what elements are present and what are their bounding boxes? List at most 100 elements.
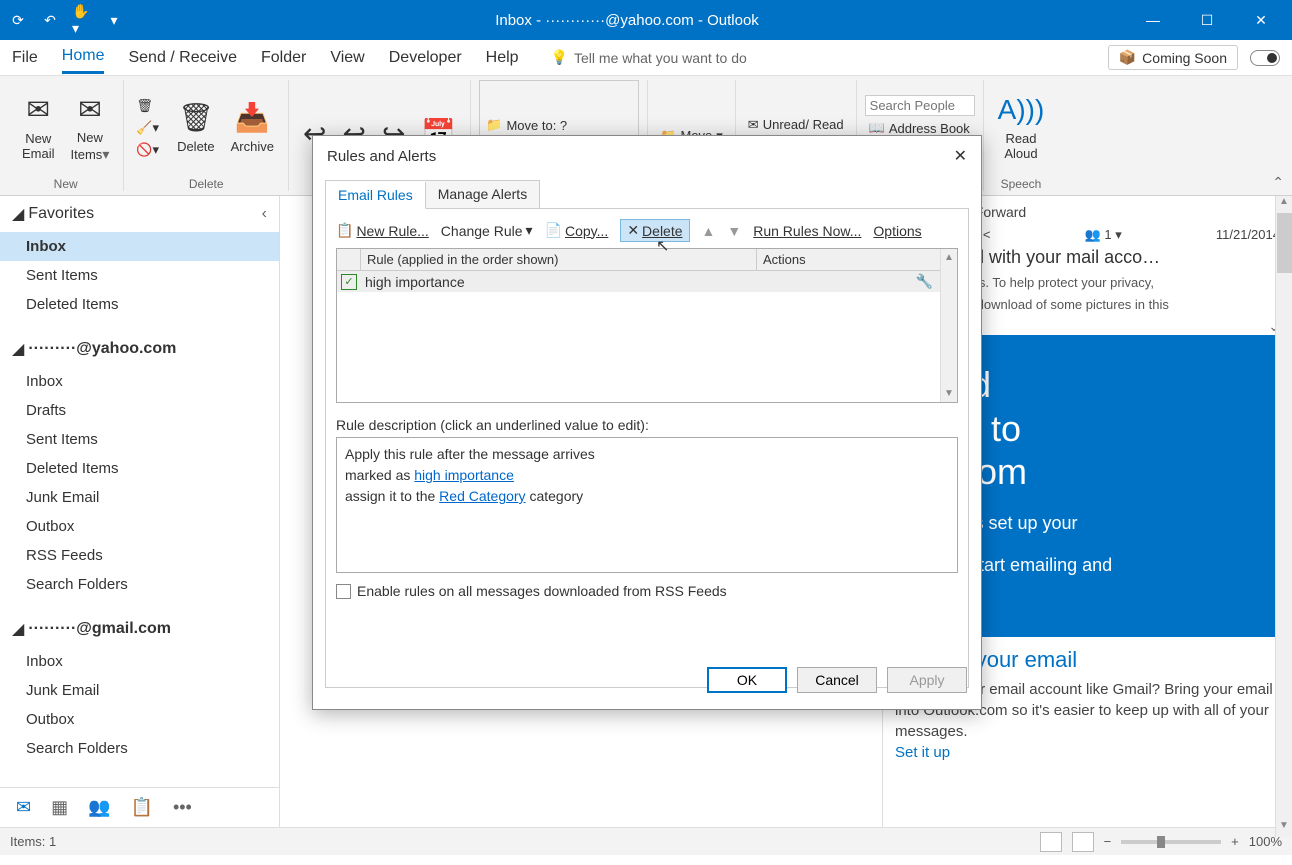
collapse-ribbon-button[interactable]: ⌃ [1272, 174, 1284, 191]
people-icon[interactable]: 👥 [88, 797, 110, 818]
search-people-input[interactable] [865, 95, 975, 116]
archive-button[interactable]: 📥 Archive [225, 80, 280, 175]
chevron-left-icon[interactable]: ‹ [262, 205, 267, 223]
ok-button[interactable]: OK [707, 667, 787, 693]
caret-down-icon: ◢ [12, 339, 24, 359]
vertical-scrollbar[interactable]: ▲ ▼ [1275, 196, 1292, 837]
reading-view-button[interactable] [1072, 832, 1094, 852]
unread-read-button[interactable]: ✉ Unread/ Read [744, 115, 848, 135]
coming-soon-toggle[interactable] [1250, 50, 1280, 66]
tab-view[interactable]: View [330, 43, 364, 73]
box-icon: 📦 [1119, 49, 1136, 66]
importance-link[interactable]: high importance [414, 467, 514, 483]
touch-mode-icon[interactable]: ✋▾ [72, 10, 92, 30]
archive-label: Archive [231, 139, 274, 155]
minimize-button[interactable]: — [1130, 6, 1176, 34]
tell-me-placeholder: Tell me what you want to do [574, 50, 747, 66]
move-to-button[interactable]: 📁 Move to: ? [482, 115, 636, 135]
mail-icon[interactable]: ✉ [16, 797, 31, 818]
nav-search-folders[interactable]: Search Folders [0, 570, 279, 599]
zoom-out-button[interactable]: − [1104, 834, 1112, 849]
nav-search-folders2[interactable]: Search Folders [0, 734, 279, 763]
tab-help[interactable]: Help [486, 43, 519, 73]
copy-rule-label: Copy... [565, 223, 608, 239]
status-bar: Items: 1 − + 100% [0, 827, 1292, 855]
ignore-button[interactable]: 🗑 [132, 96, 163, 116]
nav-sent-items[interactable]: Sent Items [0, 425, 279, 454]
speaker-icon: A))) [998, 93, 1045, 127]
move-up-button[interactable]: ▲ [702, 223, 716, 239]
new-items-button[interactable]: ✉ New Items▾ [65, 80, 116, 175]
col-rule[interactable]: Rule (applied in the order shown) [361, 249, 757, 270]
move-down-button[interactable]: ▼ [727, 223, 741, 239]
new-rule-button[interactable]: 📋 New Rule... [336, 222, 429, 239]
change-rule-button[interactable]: Change Rule ▾ [441, 222, 533, 239]
scrollbar-thumb[interactable] [1277, 213, 1292, 273]
scroll-up-icon[interactable]: ▲ [1276, 196, 1292, 213]
account2-header[interactable]: ◢ ·········@gmail.com [0, 611, 279, 647]
options-button[interactable]: Options [873, 223, 921, 239]
recipients-badge[interactable]: 👥 1 ▾ [1085, 227, 1122, 243]
junk-button[interactable]: 🚫▾ [132, 140, 163, 160]
read-aloud-button[interactable]: A))) Read Aloud [992, 80, 1051, 175]
nav-junk-email[interactable]: Junk Email [0, 483, 279, 512]
new-email-button[interactable]: ✉ New Email [16, 80, 61, 175]
delete-rule-button[interactable]: ✕ Delete [620, 219, 689, 242]
tab-email-rules[interactable]: Email Rules [326, 182, 426, 209]
scroll-up-icon[interactable]: ▲ [941, 249, 957, 266]
tab-developer[interactable]: Developer [389, 43, 462, 73]
nav-deleted-items[interactable]: Deleted Items [0, 454, 279, 483]
nav-outbox2[interactable]: Outbox [0, 705, 279, 734]
close-button[interactable]: ✕ [1238, 6, 1284, 34]
coming-soon-button[interactable]: 📦 Coming Soon [1108, 45, 1238, 70]
nav-rss-feeds[interactable]: RSS Feeds [0, 541, 279, 570]
maximize-button[interactable]: ☐ [1184, 6, 1230, 34]
nav-inbox2[interactable]: Inbox [0, 647, 279, 676]
nav-drafts[interactable]: Drafts [0, 396, 279, 425]
scroll-down-icon[interactable]: ▼ [941, 385, 957, 402]
calendar-icon[interactable]: ▦ [51, 797, 68, 818]
category-link[interactable]: Red Category [439, 488, 525, 504]
more-icon[interactable]: ••• [173, 797, 192, 818]
nav-deleted-items-fav[interactable]: Deleted Items [0, 290, 279, 319]
rule-checkbox[interactable]: ✓ [341, 274, 357, 290]
setup-link[interactable]: Set it up [895, 744, 950, 761]
qat-customize-icon[interactable]: ▾ [104, 10, 124, 30]
tab-send-receive[interactable]: Send / Receive [128, 43, 237, 73]
tab-home[interactable]: Home [62, 41, 105, 74]
zoom-in-button[interactable]: + [1231, 834, 1239, 849]
tasks-icon[interactable]: 📋 [131, 797, 153, 818]
normal-view-button[interactable] [1040, 832, 1062, 852]
dialog-close-button[interactable]: ✕ [954, 146, 967, 166]
nav-junk-email2[interactable]: Junk Email [0, 676, 279, 705]
favorites-header[interactable]: ◢ Favorites ‹ [0, 196, 279, 232]
nav-inbox[interactable]: Inbox [0, 367, 279, 396]
enable-rss-checkbox[interactable]: Enable rules on all messages downloaded … [336, 583, 958, 599]
tab-file[interactable]: File [12, 43, 38, 73]
tab-manage-alerts[interactable]: Manage Alerts [426, 181, 540, 208]
nav-inbox-fav[interactable]: Inbox [0, 232, 279, 261]
run-rules-now-button[interactable]: Run Rules Now... [753, 223, 861, 239]
zoom-slider[interactable] [1121, 840, 1221, 844]
desc-line2a: marked as [345, 467, 414, 483]
tab-folder[interactable]: Folder [261, 43, 306, 73]
delete-button[interactable]: 🗑 Delete [171, 80, 221, 175]
account1-header[interactable]: ◢ ·········@yahoo.com [0, 331, 279, 367]
cancel-button[interactable]: Cancel [797, 667, 877, 693]
scroll-down-icon[interactable]: ▼ [1276, 820, 1292, 837]
cleanup-button[interactable]: 🧹▾ [132, 118, 163, 138]
nav-outbox[interactable]: Outbox [0, 512, 279, 541]
nav-switcher: ✉ ▦ 👥 📋 ••• [0, 787, 279, 827]
list-scrollbar[interactable]: ▲ ▼ [940, 249, 957, 402]
archive-icon: 📥 [235, 101, 270, 135]
rule-row[interactable]: ✓ high importance 🔧 [337, 271, 957, 292]
refresh-icon[interactable]: ⟳ [8, 10, 28, 30]
enable-rss-label: Enable rules on all messages downloaded … [357, 583, 727, 599]
rule-actions-icon: 🔧 [916, 273, 933, 290]
tell-me-search[interactable]: 💡 Tell me what you want to do [551, 49, 1084, 66]
nav-sent-items-fav[interactable]: Sent Items [0, 261, 279, 290]
apply-button[interactable]: Apply [887, 667, 967, 693]
undo-icon[interactable]: ↶ [40, 10, 60, 30]
copy-rule-button[interactable]: 📄 Copy... [545, 222, 609, 239]
col-actions[interactable]: Actions [757, 249, 957, 270]
